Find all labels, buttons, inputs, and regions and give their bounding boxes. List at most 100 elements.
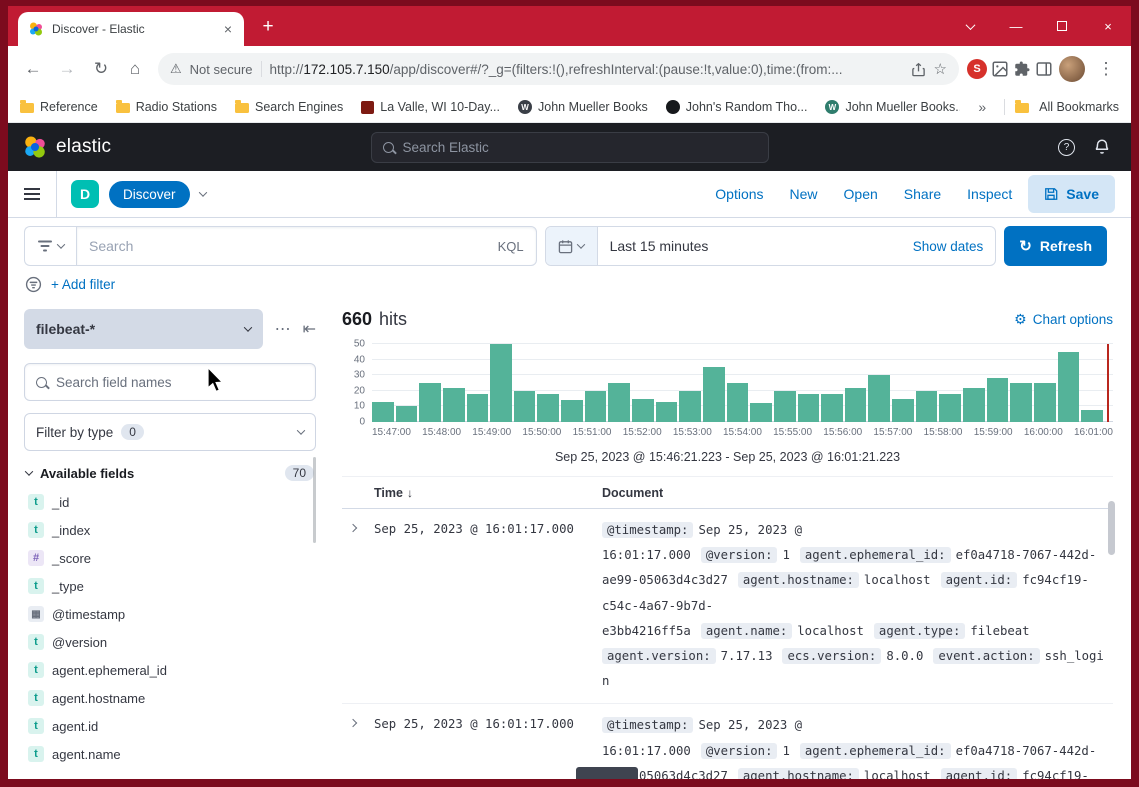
- global-search-input[interactable]: [403, 140, 757, 155]
- x-axis-label: 15:48:00: [422, 427, 461, 438]
- index-pattern-row: filebeat-* ⋯ ⇤: [24, 309, 316, 349]
- bookmark-item[interactable]: Reference: [20, 100, 98, 114]
- gear-icon: ⚙: [1014, 311, 1027, 328]
- field-item-_id[interactable]: t_id: [24, 488, 316, 516]
- document-cell: @timestamp:Sep 25, 2023 @ 16:01:17.000@v…: [602, 713, 1113, 779]
- extension-icon-s[interactable]: S: [967, 59, 987, 79]
- tab-close-icon[interactable]: ×: [220, 21, 236, 37]
- expand-row-button[interactable]: [349, 719, 357, 727]
- time-range-value[interactable]: Last 15 minutes: [598, 238, 721, 254]
- bookmark-item[interactable]: WJohn Mueller Books...: [825, 100, 960, 114]
- maximize-button[interactable]: [1039, 6, 1085, 46]
- nav-link-options[interactable]: Options: [715, 186, 763, 202]
- field-value: 1: [782, 548, 789, 562]
- alerts-icon[interactable]: [1093, 138, 1111, 156]
- browser-tab[interactable]: Discover - Elastic ×: [18, 12, 244, 46]
- app-breadcrumb-discover[interactable]: Discover: [109, 181, 190, 208]
- field-name-badge: @timestamp:: [602, 717, 693, 733]
- breadcrumb-chevron-icon[interactable]: [198, 188, 206, 196]
- nav-link-new[interactable]: New: [790, 186, 818, 202]
- extensions-puzzle-icon[interactable]: [1013, 60, 1031, 78]
- minimize-button[interactable]: —: [993, 6, 1039, 46]
- expand-row-button[interactable]: [349, 524, 357, 532]
- bookmark-item[interactable]: WJohn Mueller Books: [518, 100, 648, 114]
- refresh-button[interactable]: ↻ Refresh: [1004, 226, 1107, 266]
- bookmark-item[interactable]: John's Random Tho...: [666, 100, 808, 114]
- save-button[interactable]: Save: [1028, 175, 1115, 213]
- reload-button[interactable]: ↻: [86, 54, 116, 84]
- query-input-box[interactable]: KQL: [76, 226, 537, 266]
- tab-search-chevron-icon[interactable]: [947, 6, 993, 46]
- address-bar[interactable]: ⚠ Not secure http://172.105.7.150/app/di…: [158, 53, 959, 85]
- chart-options-label: Chart options: [1033, 312, 1113, 327]
- field-item-agent.id[interactable]: tagent.id: [24, 712, 316, 740]
- field-item-_index[interactable]: t_index: [24, 516, 316, 544]
- space-badge[interactable]: D: [71, 180, 99, 208]
- nav-link-inspect[interactable]: Inspect: [967, 186, 1012, 202]
- global-search[interactable]: [371, 132, 769, 163]
- add-filter-link[interactable]: + Add filter: [51, 277, 115, 292]
- histogram-plot[interactable]: [372, 344, 1113, 422]
- kql-label[interactable]: KQL: [498, 239, 524, 254]
- saved-query-menu-button[interactable]: [24, 226, 76, 266]
- histogram-bar: [537, 394, 559, 422]
- help-icon[interactable]: ?: [1058, 139, 1075, 156]
- elastic-header: elastic ?: [8, 123, 1131, 171]
- histogram-bar: [585, 391, 607, 422]
- home-button[interactable]: ⌂: [120, 54, 150, 84]
- index-options-kebab-icon[interactable]: ⋯: [275, 319, 291, 339]
- field-search-input[interactable]: [56, 375, 304, 390]
- time-column-header[interactable]: Time↓: [374, 486, 602, 500]
- forward-button[interactable]: →: [52, 54, 82, 84]
- nav-link-open[interactable]: Open: [844, 186, 878, 202]
- date-quick-menu-button[interactable]: [546, 227, 598, 265]
- results-scrollbar[interactable]: [1108, 501, 1115, 555]
- bookmark-item[interactable]: La Valle, WI 10-Day...: [361, 100, 500, 114]
- field-item-_score[interactable]: #_score: [24, 544, 316, 572]
- site-favicon: [361, 101, 374, 114]
- field-item-agent.hostname[interactable]: tagent.hostname: [24, 684, 316, 712]
- nav-link-share[interactable]: Share: [904, 186, 941, 202]
- bookmarks-overflow-icon[interactable]: »: [978, 99, 986, 115]
- field-search-box[interactable]: [24, 363, 316, 401]
- field-item-agent.name[interactable]: tagent.name: [24, 740, 316, 768]
- document-column-header: Document: [602, 486, 1113, 500]
- show-dates-link[interactable]: Show dates: [901, 239, 996, 254]
- new-tab-button[interactable]: +: [256, 16, 280, 38]
- filter-by-type[interactable]: Filter by type 0: [24, 413, 316, 451]
- save-button-label: Save: [1066, 186, 1099, 202]
- extension-icon-image[interactable]: [991, 60, 1009, 78]
- bookmark-star-icon[interactable]: ☆: [934, 60, 947, 78]
- index-pattern-select[interactable]: filebeat-*: [24, 309, 263, 349]
- x-axis-label: 15:52:00: [623, 427, 662, 438]
- share-icon[interactable]: [911, 62, 926, 77]
- bookmark-item[interactable]: Search Engines: [235, 100, 343, 114]
- collapse-sidebar-icon[interactable]: ⇤: [303, 319, 316, 339]
- field-item-_type[interactable]: t_type: [24, 572, 316, 600]
- chart-options-button[interactable]: ⚙ Chart options: [1014, 311, 1113, 328]
- menu-hamburger-button[interactable]: [8, 171, 57, 217]
- histogram-bar: [490, 344, 512, 422]
- histogram-bar: [868, 375, 890, 422]
- bookmark-label: Search Engines: [255, 100, 343, 114]
- query-input[interactable]: [89, 238, 490, 254]
- available-fields-label: Available fields: [40, 466, 134, 481]
- field-item-@version[interactable]: t@version: [24, 628, 316, 656]
- field-value: localhost: [864, 769, 931, 779]
- side-panel-icon[interactable]: [1035, 60, 1053, 78]
- url-text[interactable]: http://172.105.7.150/app/discover#/?_g=(…: [270, 62, 903, 77]
- bookmark-item[interactable]: Radio Stations: [116, 100, 217, 114]
- sidebar-scrollbar[interactable]: [313, 457, 316, 543]
- available-fields-header[interactable]: Available fields 70: [24, 465, 316, 481]
- field-name-badge: event.action:: [933, 648, 1039, 664]
- all-bookmarks[interactable]: All Bookmarks: [1004, 99, 1119, 115]
- histogram-bar: [987, 378, 1009, 422]
- filter-settings-icon[interactable]: [25, 276, 42, 293]
- back-button[interactable]: ←: [18, 54, 48, 84]
- close-button[interactable]: ×: [1085, 6, 1131, 46]
- security-label[interactable]: Not secure: [190, 62, 253, 77]
- profile-avatar[interactable]: [1059, 56, 1085, 82]
- field-item-@timestamp[interactable]: ▦@timestamp: [24, 600, 316, 628]
- field-item-agent.ephemeral_id[interactable]: tagent.ephemeral_id: [24, 656, 316, 684]
- menu-kebab-icon[interactable]: ⋮: [1091, 54, 1121, 84]
